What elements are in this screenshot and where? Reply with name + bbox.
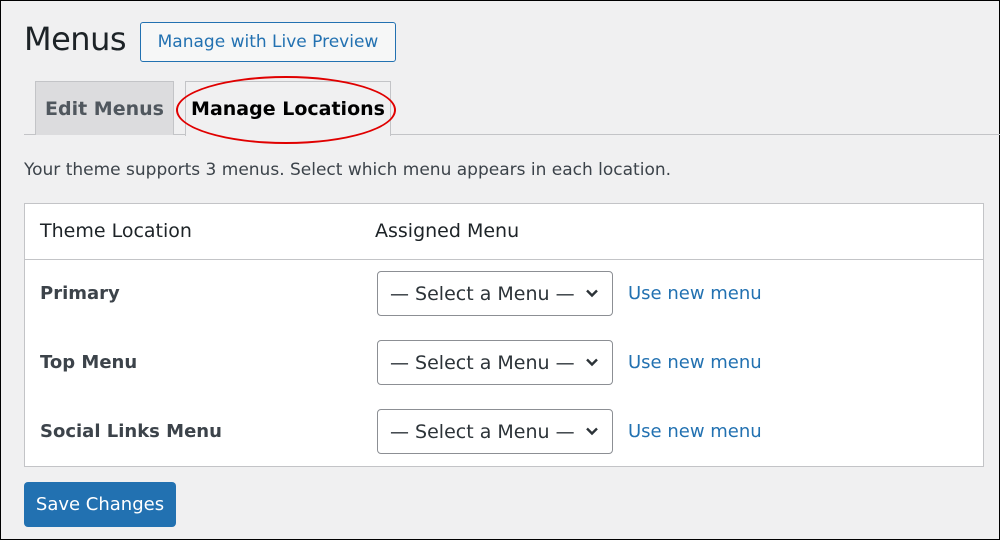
save-changes-button[interactable]: Save Changes [24,482,176,527]
table-row: Primary — Select a Menu — Use new menu [25,259,983,328]
manage-live-preview-button[interactable]: Manage with Live Preview [140,22,396,62]
tab-edit-menus[interactable]: Edit Menus [35,81,174,135]
column-header-assigned-menu: Assigned Menu [375,220,520,242]
table-row: Top Menu — Select a Menu — Use new menu [25,328,983,397]
location-label: Top Menu [40,352,138,373]
chevron-down-icon [586,358,598,367]
menu-locations-table: Theme Location Assigned Menu Primary — S… [24,203,984,467]
location-label: Primary [40,283,120,304]
locations-description: Your theme supports 3 menus. Select whic… [24,160,672,180]
menu-select-social-links[interactable]: — Select a Menu — [377,409,613,454]
use-new-menu-link[interactable]: Use new menu [628,352,762,373]
menu-select-primary[interactable]: — Select a Menu — [377,271,613,316]
table-row: Social Links Menu — Select a Menu — Use … [25,397,983,466]
select-value: — Select a Menu — [390,351,575,374]
chevron-down-icon [586,289,598,298]
column-header-theme-location: Theme Location [40,220,192,242]
location-label: Social Links Menu [40,421,222,442]
table-header: Theme Location Assigned Menu [25,204,983,260]
select-value: — Select a Menu — [390,420,575,443]
page-title: Menus [24,20,127,58]
tab-manage-locations[interactable]: Manage Locations [185,81,391,136]
select-value: — Select a Menu — [390,282,575,305]
chevron-down-icon [586,427,598,436]
use-new-menu-link[interactable]: Use new menu [628,283,762,304]
menu-select-top-menu[interactable]: — Select a Menu — [377,340,613,385]
use-new-menu-link[interactable]: Use new menu [628,421,762,442]
